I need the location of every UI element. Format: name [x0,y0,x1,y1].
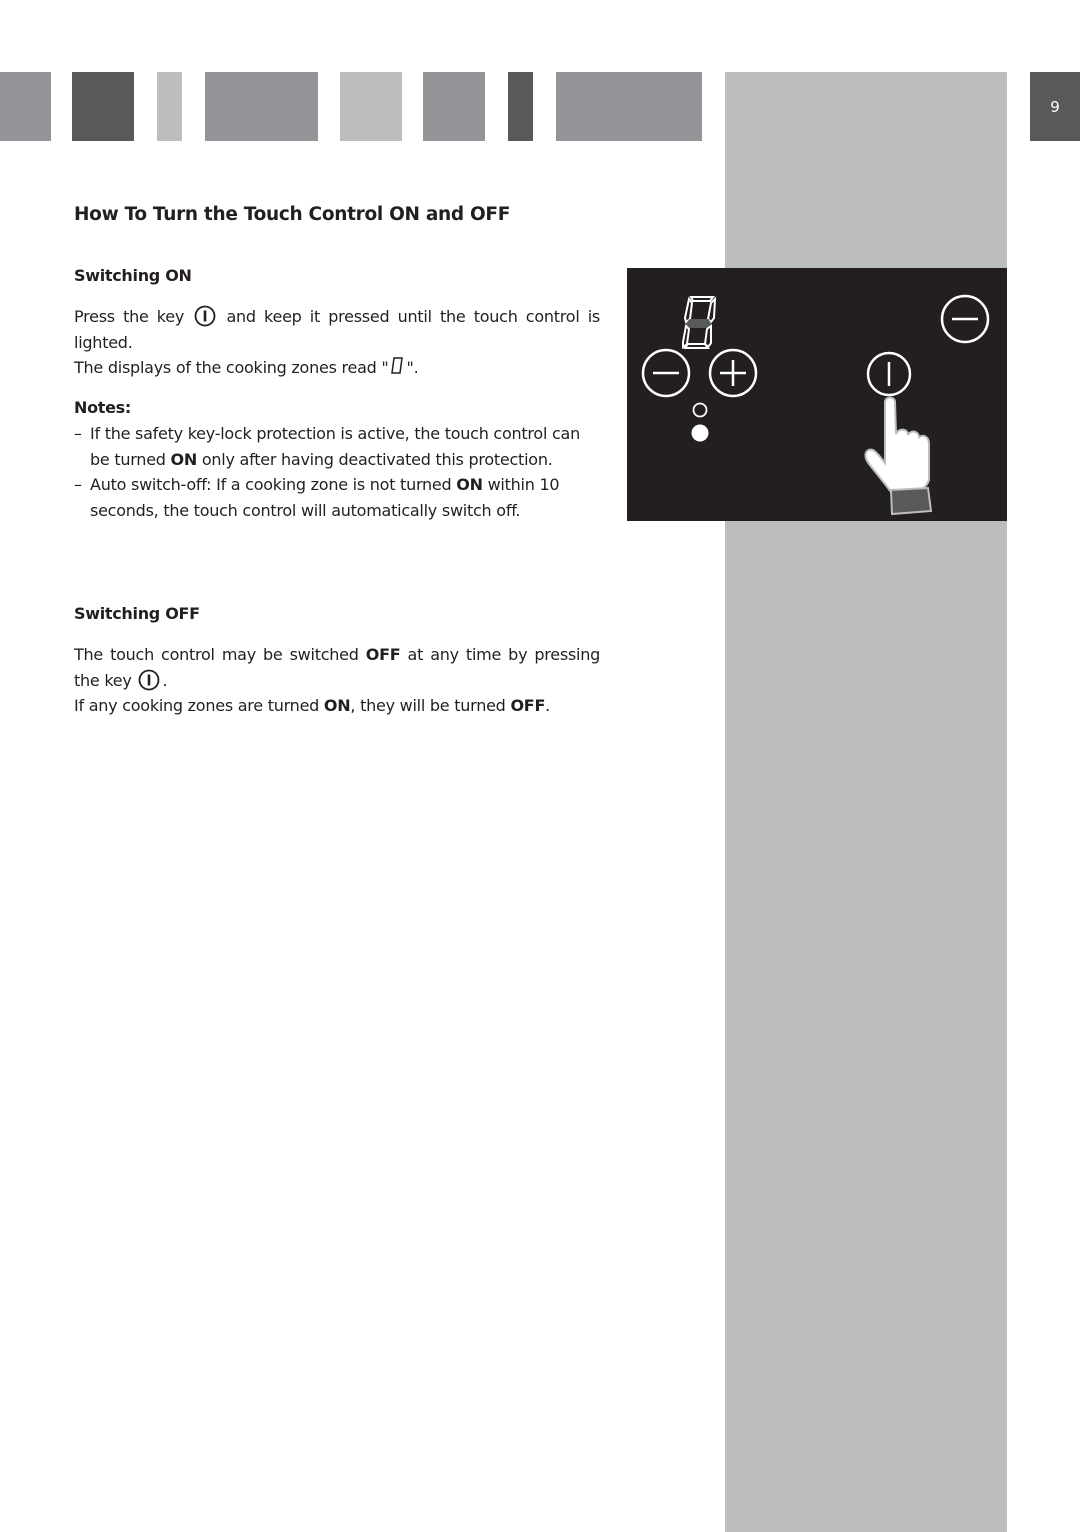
switching-on-heading: Switching ON [74,266,192,285]
note-item: – If the safety key-lock protection is a… [74,424,580,469]
switching-on-text: Press the key and keep it pressed until … [74,305,601,352]
header-bar [556,72,702,141]
zero-segment-icon [391,357,404,374]
notes-list: – If the safety key-lock protection is a… [74,421,600,523]
minus-key-icon [641,348,691,398]
zones-off-text: If any cooking zones are turned ON, they… [74,696,550,715]
section-title: How To Turn the Touch Control ON and OFF [74,204,511,225]
display-reads-text: The displays of the cooking zones read "… [74,357,419,377]
header-bar [72,72,134,141]
timer-minus-key-icon [940,294,990,344]
seven-segment-display-icon [682,296,717,349]
switching-off-text: The touch control may be switched OFF at… [74,645,600,690]
header-bar [205,72,318,141]
page-number: 9 [1030,72,1080,141]
indicator-ring-icon [692,402,708,418]
header-bar [508,72,533,141]
header-bar [340,72,402,141]
indicator-dot-icon [691,424,709,442]
power-key-icon [139,669,160,690]
header-bar [0,72,51,141]
pressing-hand-icon [864,396,933,516]
power-key-icon [866,351,912,397]
power-key-icon [194,305,216,327]
notes-heading: Notes: [74,398,132,417]
header-bar [157,72,182,141]
touch-control-illustration [627,268,1007,521]
note-item: – Auto switch-off: If a cooking zone is … [74,475,560,520]
switching-off-heading: Switching OFF [74,604,200,623]
header-bar [423,72,485,141]
plus-key-icon [708,348,758,398]
